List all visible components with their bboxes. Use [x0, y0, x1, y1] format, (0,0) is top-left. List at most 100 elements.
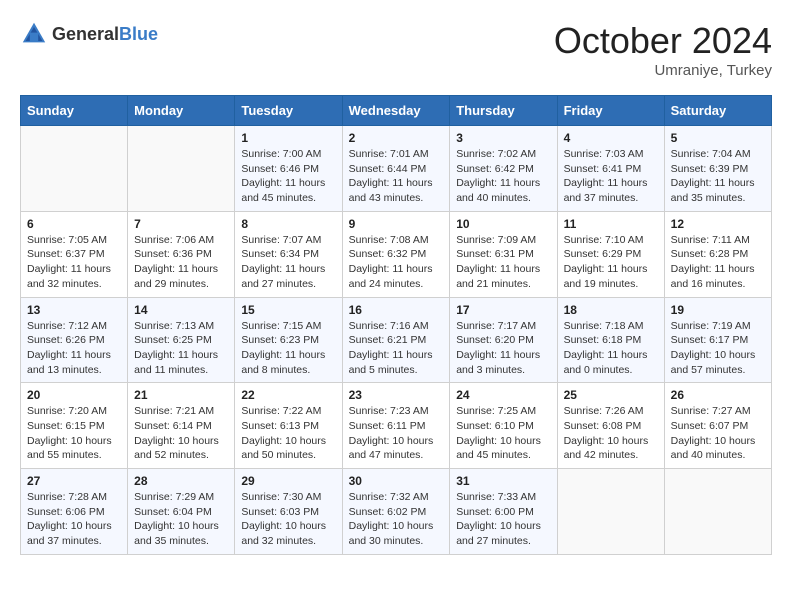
location-title: Umraniye, Turkey [554, 62, 772, 79]
logo-text: GeneralBlue [52, 24, 158, 45]
calendar-cell: 25Sunrise: 7:26 AMSunset: 6:08 PMDayligh… [557, 383, 664, 469]
logo-general: General [52, 24, 119, 44]
calendar-cell: 1 Sunrise: 7:00 AMSunset: 6:46 PMDaylight… [235, 126, 342, 212]
day-number: 24 [456, 388, 550, 402]
day-number: 28 [134, 474, 228, 488]
calendar-cell: 19Sunrise: 7:19 AMSunset: 6:17 PMDayligh… [664, 297, 771, 383]
day-number: 7 [134, 217, 228, 231]
weekday-header: Wednesday [342, 96, 450, 126]
day-number: 23 [349, 388, 444, 402]
day-info: Sunrise: 7:00 AMSunset: 6:46 PMDaylight:… [241, 147, 335, 206]
calendar-cell [128, 126, 235, 212]
day-number: 15 [241, 303, 335, 317]
day-number: 4 [564, 131, 658, 145]
day-number: 30 [349, 474, 444, 488]
logo: GeneralBlue [20, 20, 158, 48]
month-title: October 2024 [554, 20, 772, 62]
day-number: 1 [241, 131, 335, 145]
calendar-cell: 11 Sunrise: 7:10 AMSunset: 6:29 PMDayligh… [557, 211, 664, 297]
calendar-cell [557, 469, 664, 555]
weekday-header: Sunday [21, 96, 128, 126]
calendar-cell: 23 Sunrise: 7:23 AMSunset: 6:11 PMDayligh… [342, 383, 450, 469]
logo-blue: Blue [119, 24, 158, 44]
calendar-week-row: 13 Sunrise: 7:12 AMSunset: 6:26 PMDayligh… [21, 297, 772, 383]
weekday-header: Saturday [664, 96, 771, 126]
day-number: 14 [134, 303, 228, 317]
calendar-cell: 9Sunrise: 7:08 AMSunset: 6:32 PMDaylight… [342, 211, 450, 297]
day-number: 20 [27, 388, 121, 402]
day-info: Sunrise: 7:27 AMSunset: 6:07 PMDaylight:… [671, 404, 765, 463]
day-info: Sunrise: 7:02 AMSunset: 6:42 PMDaylight:… [456, 147, 550, 206]
calendar-cell: 14Sunrise: 7:13 AMSunset: 6:25 PMDayligh… [128, 297, 235, 383]
day-number: 16 [349, 303, 444, 317]
calendar-cell: 22 Sunrise: 7:22 AMSunset: 6:13 PMDayligh… [235, 383, 342, 469]
day-number: 2 [349, 131, 444, 145]
calendar-cell: 4 Sunrise: 7:03 AMSunset: 6:41 PMDaylight… [557, 126, 664, 212]
calendar-cell: 12Sunrise: 7:11 AMSunset: 6:28 PMDayligh… [664, 211, 771, 297]
day-info: Sunrise: 7:04 AMSunset: 6:39 PMDaylight:… [671, 147, 765, 206]
weekday-header: Friday [557, 96, 664, 126]
calendar-cell: 2Sunrise: 7:01 AMSunset: 6:44 PMDaylight… [342, 126, 450, 212]
day-info: Sunrise: 7:19 AMSunset: 6:17 PMDaylight:… [671, 319, 765, 378]
weekday-header-row: SundayMondayTuesdayWednesdayThursdayFrid… [21, 96, 772, 126]
calendar-cell: 13 Sunrise: 7:12 AMSunset: 6:26 PMDayligh… [21, 297, 128, 383]
calendar-cell: 17 Sunrise: 7:17 AMSunset: 6:20 PMDayligh… [450, 297, 557, 383]
day-info: Sunrise: 7:30 AMSunset: 6:03 PMDaylight:… [241, 490, 335, 549]
calendar-cell: 21 Sunrise: 7:21 AMSunset: 6:14 PMDayligh… [128, 383, 235, 469]
day-number: 6 [27, 217, 121, 231]
day-info: Sunrise: 7:18 AMSunset: 6:18 PMDaylight:… [564, 319, 658, 378]
calendar-table: SundayMondayTuesdayWednesdayThursdayFrid… [20, 95, 772, 555]
day-info: Sunrise: 7:06 AMSunset: 6:36 PMDaylight:… [134, 233, 228, 292]
day-info: Sunrise: 7:15 AMSunset: 6:23 PMDaylight:… [241, 319, 335, 378]
day-info: Sunrise: 7:17 AMSunset: 6:20 PMDaylight:… [456, 319, 550, 378]
calendar-cell: 15 Sunrise: 7:15 AMSunset: 6:23 PMDayligh… [235, 297, 342, 383]
calendar-cell: 24Sunrise: 7:25 AMSunset: 6:10 PMDayligh… [450, 383, 557, 469]
calendar-cell: 5 Sunrise: 7:04 AMSunset: 6:39 PMDaylight… [664, 126, 771, 212]
page-header: GeneralBlue October 2024 Umraniye, Turke… [20, 20, 772, 79]
day-number: 21 [134, 388, 228, 402]
day-number: 25 [564, 388, 658, 402]
calendar-cell: 18 Sunrise: 7:18 AMSunset: 6:18 PMDayligh… [557, 297, 664, 383]
calendar-cell: 29 Sunrise: 7:30 AMSunset: 6:03 PMDayligh… [235, 469, 342, 555]
logo-icon [20, 20, 48, 48]
calendar-cell: 3Sunrise: 7:02 AMSunset: 6:42 PMDaylight… [450, 126, 557, 212]
day-info: Sunrise: 7:07 AMSunset: 6:34 PMDaylight:… [241, 233, 335, 292]
day-info: Sunrise: 7:03 AMSunset: 6:41 PMDaylight:… [564, 147, 658, 206]
day-info: Sunrise: 7:28 AMSunset: 6:06 PMDaylight:… [27, 490, 121, 549]
day-info: Sunrise: 7:33 AMSunset: 6:00 PMDaylight:… [456, 490, 550, 549]
calendar-cell: 7 Sunrise: 7:06 AMSunset: 6:36 PMDaylight… [128, 211, 235, 297]
day-info: Sunrise: 7:10 AMSunset: 6:29 PMDaylight:… [564, 233, 658, 292]
calendar-cell: 8Sunrise: 7:07 AMSunset: 6:34 PMDaylight… [235, 211, 342, 297]
day-number: 29 [241, 474, 335, 488]
day-info: Sunrise: 7:32 AMSunset: 6:02 PMDaylight:… [349, 490, 444, 549]
day-info: Sunrise: 7:12 AMSunset: 6:26 PMDaylight:… [27, 319, 121, 378]
day-number: 31 [456, 474, 550, 488]
day-number: 17 [456, 303, 550, 317]
day-number: 26 [671, 388, 765, 402]
day-number: 27 [27, 474, 121, 488]
day-number: 13 [27, 303, 121, 317]
weekday-header: Tuesday [235, 96, 342, 126]
calendar-cell: 31 Sunrise: 7:33 AMSunset: 6:00 PMDayligh… [450, 469, 557, 555]
day-info: Sunrise: 7:08 AMSunset: 6:32 PMDaylight:… [349, 233, 444, 292]
day-number: 11 [564, 217, 658, 231]
day-info: Sunrise: 7:05 AMSunset: 6:37 PMDaylight:… [27, 233, 121, 292]
calendar-week-row: 20Sunrise: 7:20 AMSunset: 6:15 PMDayligh… [21, 383, 772, 469]
day-info: Sunrise: 7:23 AMSunset: 6:11 PMDaylight:… [349, 404, 444, 463]
day-number: 18 [564, 303, 658, 317]
calendar-cell: 30 Sunrise: 7:32 AMSunset: 6:02 PMDayligh… [342, 469, 450, 555]
calendar-cell [21, 126, 128, 212]
calendar-week-row: 6 Sunrise: 7:05 AMSunset: 6:37 PMDaylight… [21, 211, 772, 297]
calendar-cell: 16Sunrise: 7:16 AMSunset: 6:21 PMDayligh… [342, 297, 450, 383]
calendar-week-row: 27 Sunrise: 7:28 AMSunset: 6:06 PMDayligh… [21, 469, 772, 555]
calendar-week-row: 1 Sunrise: 7:00 AMSunset: 6:46 PMDaylight… [21, 126, 772, 212]
day-info: Sunrise: 7:22 AMSunset: 6:13 PMDaylight:… [241, 404, 335, 463]
day-number: 22 [241, 388, 335, 402]
calendar-cell: 28 Sunrise: 7:29 AMSunset: 6:04 PMDayligh… [128, 469, 235, 555]
day-info: Sunrise: 7:29 AMSunset: 6:04 PMDaylight:… [134, 490, 228, 549]
calendar-cell: 26 Sunrise: 7:27 AMSunset: 6:07 PMDayligh… [664, 383, 771, 469]
day-info: Sunrise: 7:21 AMSunset: 6:14 PMDaylight:… [134, 404, 228, 463]
weekday-header: Thursday [450, 96, 557, 126]
calendar-cell: 27 Sunrise: 7:28 AMSunset: 6:06 PMDayligh… [21, 469, 128, 555]
day-number: 5 [671, 131, 765, 145]
